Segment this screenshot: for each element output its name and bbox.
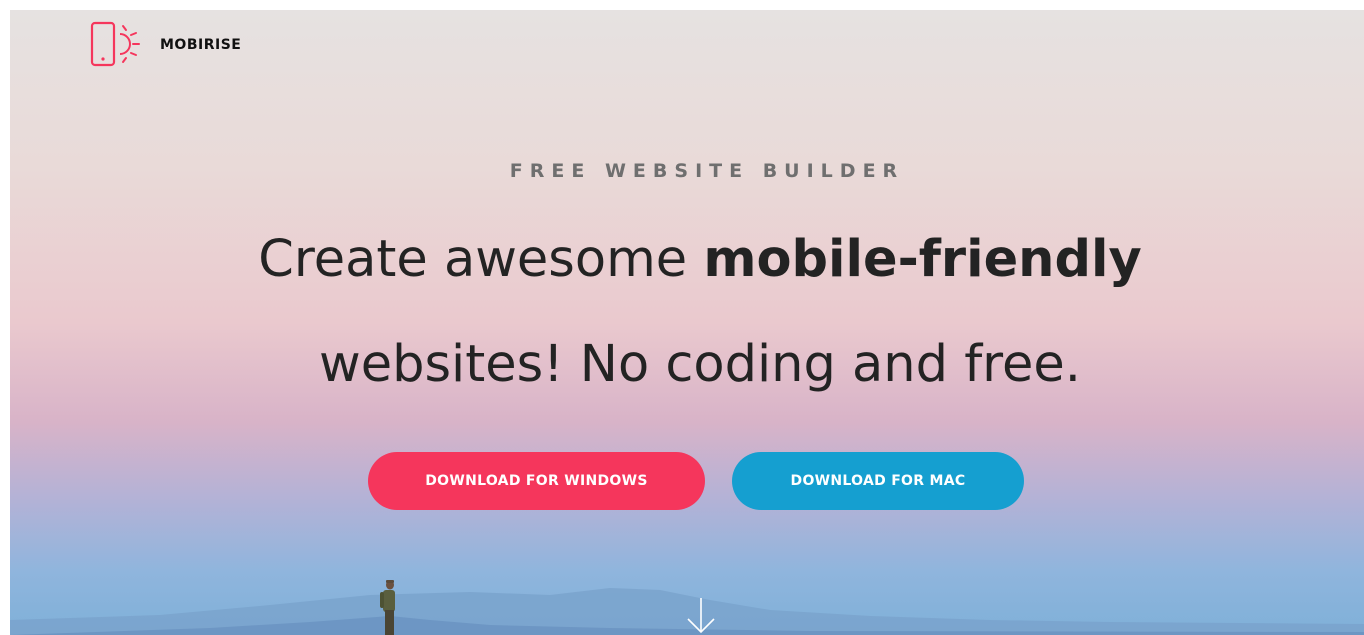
hero-headline-line1: Create awesome mobile-friendly <box>10 230 1364 290</box>
hero-background-image <box>10 10 1364 635</box>
hero-kicker: FREE WEBSITE BUILDER <box>509 160 905 182</box>
phone-sun-logo-icon <box>90 21 140 67</box>
hero-section: MOBIRISE FREE WEBSITE BUILDER Create awe… <box>10 10 1364 635</box>
download-windows-button[interactable]: DOWNLOAD FOR WINDOWS <box>368 452 705 510</box>
hero-headline-line2: websites! No coding and free. <box>319 335 1081 394</box>
brand-logo[interactable]: MOBIRISE <box>90 20 241 70</box>
headline-bold-text: mobile-friendly <box>703 230 1142 289</box>
brand-name: MOBIRISE <box>160 37 242 53</box>
download-mac-button[interactable]: DOWNLOAD FOR MAC <box>732 452 1024 510</box>
arrow-down-icon[interactable] <box>684 598 718 635</box>
headline-regular-text: Create awesome <box>258 230 704 289</box>
